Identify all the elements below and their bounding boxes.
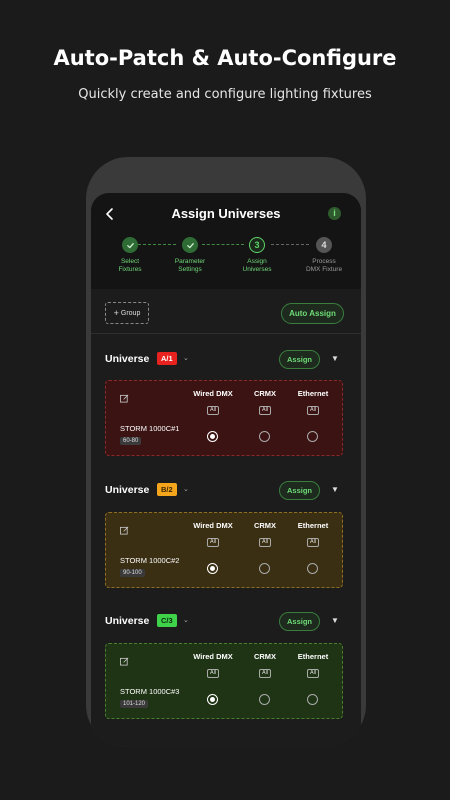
radio-crmx[interactable] (259, 431, 270, 442)
universe-card: Wired DMX All CRMX All Ethernet All STORM 1… (105, 512, 343, 588)
step-number: 4 (316, 237, 332, 253)
radio-ethernet[interactable] (307, 563, 318, 574)
column-wired-dmx: Wired DMX All (193, 652, 233, 678)
step-label: Process DMX Fixture (305, 258, 343, 273)
radio-wired-dmx[interactable] (207, 694, 218, 705)
radio-wired-dmx[interactable] (207, 563, 218, 574)
universe-label: Universe (105, 353, 150, 365)
auto-assign-button[interactable]: Auto Assign (281, 303, 344, 324)
universe-header: Universe C/3 ⌄ Assign ▼ (105, 612, 345, 631)
universe-header: Universe B/2 ⌄ Assign ▼ (105, 481, 345, 500)
add-group-button[interactable]: + Group (105, 302, 149, 324)
hero-subtitle: Quickly create and configure lighting fi… (78, 87, 372, 102)
chevron-down-icon[interactable]: ⌄ (183, 616, 189, 624)
column-ethernet: Ethernet All (297, 389, 329, 415)
step-label: Assign Universes (242, 258, 272, 273)
step-number: 3 (249, 237, 265, 253)
universe-card: Wired DMX All CRMX All Ethernet All STORM 1… (105, 380, 343, 456)
universe-badge[interactable]: A/1 (157, 352, 177, 365)
radio-ethernet[interactable] (307, 694, 318, 705)
column-ethernet: Ethernet All (297, 521, 329, 547)
universe-card: Wired DMX All CRMX All Ethernet All STORM 1… (105, 643, 343, 719)
phone-frame: Assign Universes i Select Fixtures Parame… (86, 157, 366, 747)
fixture-name: STORM 1000C#1 (120, 424, 180, 433)
step-assign-universes[interactable]: 3 Assign Universes (225, 237, 289, 274)
assign-button[interactable]: Assign (279, 481, 320, 500)
universe-badge[interactable]: C/3 (157, 614, 177, 627)
check-icon (182, 237, 198, 253)
fixture-name: STORM 1000C#2 (120, 556, 180, 565)
collapse-chevron-icon[interactable]: ▼ (331, 354, 339, 363)
info-icon[interactable]: i (328, 207, 341, 220)
plus-icon: + (113, 308, 119, 318)
universe-badge[interactable]: B/2 (157, 483, 177, 496)
header: Assign Universes i Select Fixtures Parame… (91, 193, 361, 289)
chevron-down-icon[interactable]: ⌄ (183, 485, 189, 493)
column-ethernet: Ethernet All (297, 652, 329, 678)
assign-button[interactable]: Assign (279, 612, 320, 631)
fixture-address-range: 90-100 (120, 569, 145, 577)
radio-crmx[interactable] (259, 563, 270, 574)
step-select-fixtures[interactable]: Select Fixtures (98, 237, 162, 274)
app-screen: Assign Universes i Select Fixtures Parame… (91, 193, 361, 747)
hero-title: Auto-Patch & Auto-Configure (53, 46, 397, 70)
step-parameter-settings[interactable]: Parameter Settings (158, 237, 222, 274)
column-wired-dmx: Wired DMX All (193, 389, 233, 415)
universe-label: Universe (105, 615, 150, 627)
radio-crmx[interactable] (259, 694, 270, 705)
group-label: Group (120, 309, 141, 317)
assign-button[interactable]: Assign (279, 350, 320, 369)
edit-icon[interactable] (120, 526, 129, 535)
divider (91, 333, 361, 334)
fixture-address-range: 60-80 (120, 437, 142, 445)
fixture-name: STORM 1000C#3 (120, 687, 180, 696)
step-process-dmx-fixture[interactable]: 4 Process DMX Fixture (292, 237, 356, 274)
chevron-down-icon[interactable]: ⌄ (183, 354, 189, 362)
collapse-chevron-icon[interactable]: ▼ (331, 616, 339, 625)
radio-wired-dmx[interactable] (207, 431, 218, 442)
radio-ethernet[interactable] (307, 431, 318, 442)
universe-label: Universe (105, 484, 150, 496)
step-label: Parameter Settings (174, 258, 206, 273)
universe-header: Universe A/1 ⌄ Assign ▼ (105, 350, 345, 369)
fixture-address-range: 101-120 (120, 700, 149, 708)
edit-icon[interactable] (120, 394, 129, 403)
check-icon (122, 237, 138, 253)
collapse-chevron-icon[interactable]: ▼ (331, 485, 339, 494)
column-wired-dmx: Wired DMX All (193, 521, 233, 547)
edit-icon[interactable] (120, 657, 129, 666)
step-label: Select Fixtures (118, 258, 142, 273)
page-title: Assign Universes (171, 206, 281, 221)
